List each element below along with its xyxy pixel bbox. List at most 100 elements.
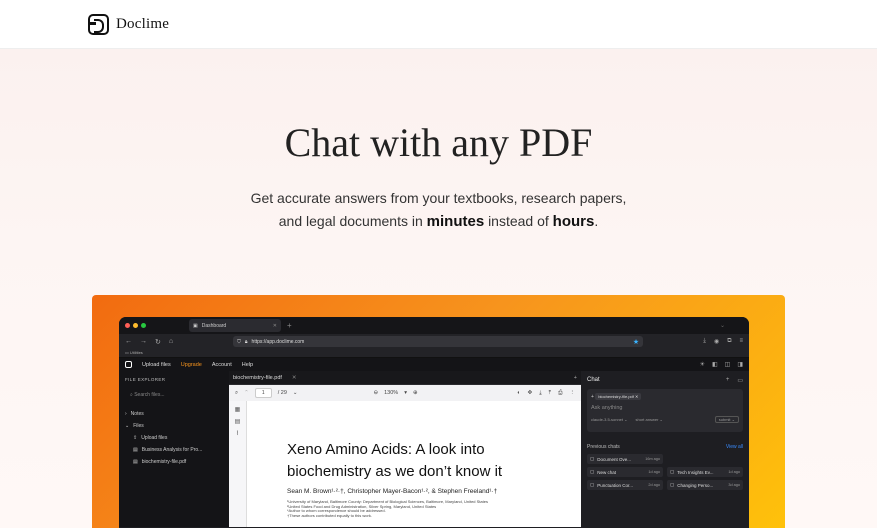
download-icon[interactable]: ⤓ bbox=[539, 390, 541, 397]
browser-tab[interactable]: ▣ Dashboard ✕ bbox=[189, 319, 281, 332]
attached-file-chip[interactable]: biochemistry-file.pdf ✕ bbox=[595, 393, 642, 400]
folder-icon[interactable]: ▭ bbox=[737, 377, 743, 384]
save-icon[interactable]: ⤒ bbox=[549, 390, 551, 397]
layout-left-icon[interactable]: ◧ bbox=[712, 361, 718, 368]
app-logo-icon[interactable] bbox=[125, 361, 132, 368]
close-window-icon[interactable] bbox=[125, 323, 130, 328]
brand-name[interactable]: Doclime bbox=[116, 16, 169, 33]
new-tab-icon[interactable]: + bbox=[287, 321, 292, 330]
home-icon[interactable]: ⌂ bbox=[169, 338, 173, 345]
chat-title: Chat bbox=[587, 377, 600, 383]
contrast-icon[interactable]: ◐ bbox=[517, 390, 520, 397]
previous-chat-item[interactable]: ▢ Document Ove... 16m ago bbox=[587, 454, 663, 464]
maximize-window-icon[interactable] bbox=[141, 323, 146, 328]
menu-icon[interactable]: ≡ bbox=[739, 338, 743, 345]
account-icon[interactable]: ◉ bbox=[714, 338, 719, 345]
search-icon[interactable]: ⌕ bbox=[235, 390, 238, 397]
view-all-link[interactable]: View all bbox=[726, 444, 743, 450]
tree-item-upload[interactable]: ⇪ Upload files bbox=[125, 432, 223, 444]
chat-age: 3d ago bbox=[728, 483, 740, 487]
page-total: / 29 bbox=[277, 390, 287, 396]
menu-upload-files[interactable]: Upload files bbox=[142, 362, 171, 368]
download-icon[interactable]: ⤓ bbox=[703, 338, 706, 345]
chat-bubble-icon: ▢ bbox=[590, 482, 595, 487]
outline-icon[interactable]: ▤ bbox=[235, 418, 241, 425]
zoom-in-icon[interactable]: ⊕ bbox=[413, 390, 418, 396]
subtitle-period: . bbox=[594, 213, 599, 229]
tree-item-files[interactable]: ⌄ Files bbox=[125, 420, 223, 432]
minimize-window-icon[interactable] bbox=[133, 323, 138, 328]
chat-input-box[interactable]: + biochemistry-file.pdf ✕ Ask anything c… bbox=[587, 389, 743, 432]
file-search-input[interactable]: ⌕ Search files... bbox=[130, 392, 223, 398]
submit-button[interactable]: submit ⌄ bbox=[714, 416, 739, 423]
model-select[interactable]: claude-3.5-sonnet ⌄ bbox=[591, 417, 628, 422]
previous-chat-item[interactable]: ▢ Changing Perso... 3d ago bbox=[667, 480, 743, 490]
model-value: claude-3.5-sonnet bbox=[591, 417, 624, 422]
bookmark-utilities[interactable]: Utilities bbox=[130, 350, 143, 355]
zoom-level-select[interactable]: 130% bbox=[384, 390, 398, 396]
thumbnails-icon[interactable]: ▦ bbox=[235, 406, 241, 413]
new-chat-icon[interactable]: + bbox=[726, 377, 730, 384]
hero-subtitle: Get accurate answers from your textbooks… bbox=[0, 187, 877, 233]
tree-item-notes[interactable]: › Notes bbox=[125, 408, 223, 420]
doclime-logo-icon[interactable] bbox=[88, 13, 109, 35]
subtitle-emphasis-hours: hours bbox=[552, 213, 595, 230]
theme-icon[interactable]: ☀ bbox=[700, 361, 705, 368]
forward-arrow-icon[interactable]: → bbox=[140, 338, 147, 345]
zoom-out-icon[interactable]: ⊖ bbox=[374, 390, 379, 396]
answer-length-select[interactable]: short answer ⌄ bbox=[636, 417, 663, 422]
zoom-dropdown-icon[interactable]: ▾ bbox=[404, 390, 407, 396]
tree-item-file-biochemistry[interactable]: ▤ biochemistry-file.pdf bbox=[125, 456, 223, 468]
page-number-input[interactable]: 1 bbox=[254, 388, 272, 398]
viewer-tab-biochemistry[interactable]: biochemistry-file.pdf bbox=[233, 375, 282, 381]
previous-chat-item[interactable]: ▢ New chat 1d ago bbox=[587, 467, 663, 477]
attachment-icon[interactable]: ⌇ bbox=[236, 430, 239, 437]
search-placeholder: Search files... bbox=[134, 392, 165, 398]
close-tab-icon[interactable]: ✕ bbox=[292, 375, 297, 381]
previous-chats-heading: Previous chats bbox=[587, 444, 620, 450]
bookmark-star-icon[interactable]: ★ bbox=[633, 338, 639, 346]
tree-label: biochemistry-file.pdf bbox=[141, 459, 187, 465]
subtitle-emphasis-minutes: minutes bbox=[426, 213, 485, 230]
chat-label: Punctuation Cor... bbox=[597, 482, 634, 488]
chat-age: 1d ago bbox=[648, 470, 660, 474]
print-icon[interactable]: ⎙ bbox=[558, 390, 562, 397]
hero-title: Chat with any PDF bbox=[284, 120, 593, 165]
chat-age: 1d ago bbox=[728, 470, 740, 474]
layout-split-icon[interactable]: ◫ bbox=[725, 361, 731, 368]
back-arrow-icon[interactable]: ← bbox=[125, 338, 132, 345]
menu-upgrade[interactable]: Upgrade bbox=[181, 362, 202, 368]
chat-label: Document Ove... bbox=[597, 456, 632, 462]
reload-icon[interactable]: ↻ bbox=[155, 338, 161, 346]
previous-chat-item[interactable]: ▢ Tech Insights Ev... 1d ago bbox=[667, 467, 743, 477]
move-icon[interactable]: ✥ bbox=[528, 390, 533, 397]
menu-account[interactable]: Account bbox=[212, 362, 232, 368]
previous-chat-item[interactable]: ▢ Punctuation Cor... 2d ago bbox=[587, 480, 663, 490]
lock-icon: 🔒︎ bbox=[244, 338, 248, 345]
browser-tab-title: Dashboard bbox=[201, 322, 227, 329]
tree-label: Notes bbox=[130, 411, 144, 417]
tree-item-file-business[interactable]: ▤ Business Analysis for Pro... bbox=[125, 444, 223, 456]
browser-tabbar: ▣ Dashboard ✕ + ⌄ bbox=[119, 317, 749, 334]
close-tab-icon[interactable]: ✕ bbox=[273, 323, 277, 329]
pdf-tools: ◐ ✥ ⤓ ⤒ ⎙ ⋮ bbox=[517, 390, 575, 397]
chat-header: Chat + ▭ bbox=[587, 375, 743, 385]
chevron-down-icon[interactable]: ⌄ bbox=[720, 322, 725, 329]
menu-help[interactable]: Help bbox=[242, 362, 253, 368]
add-tab-icon[interactable]: + bbox=[574, 375, 577, 381]
pdf-viewer: biochemistry-file.pdf ✕ + ⌕ ⌃ 1 / 29 ⌄ ⊖… bbox=[229, 371, 581, 527]
document-title-line2: biochemistry as we don’t know it bbox=[287, 463, 503, 480]
chevron-down-icon[interactable]: ⌄ bbox=[293, 390, 298, 396]
chat-age: 16m ago bbox=[645, 457, 660, 461]
document-affiliations: ¹University of Maryland, Baltimore Count… bbox=[287, 499, 581, 518]
address-bar[interactable]: ⛉ 🔒︎ https://app.doclime.com ★ bbox=[233, 336, 644, 347]
layout-right-icon[interactable]: ◨ bbox=[737, 361, 743, 368]
extensions-icon[interactable]: ⧉ bbox=[727, 338, 731, 345]
subtitle-text: instead of bbox=[488, 213, 549, 229]
ask-anything-input[interactable]: Ask anything bbox=[591, 405, 739, 411]
previous-chats-list: ▢ Document Ove... 16m ago ▢ New chat 1d … bbox=[587, 454, 743, 490]
more-options-icon[interactable]: ⋮ bbox=[570, 390, 576, 397]
add-file-icon[interactable]: + bbox=[591, 394, 594, 400]
chevron-up-icon[interactable]: ⌃ bbox=[244, 390, 249, 396]
attached-file-name: biochemistry-file.pdf bbox=[598, 394, 634, 399]
